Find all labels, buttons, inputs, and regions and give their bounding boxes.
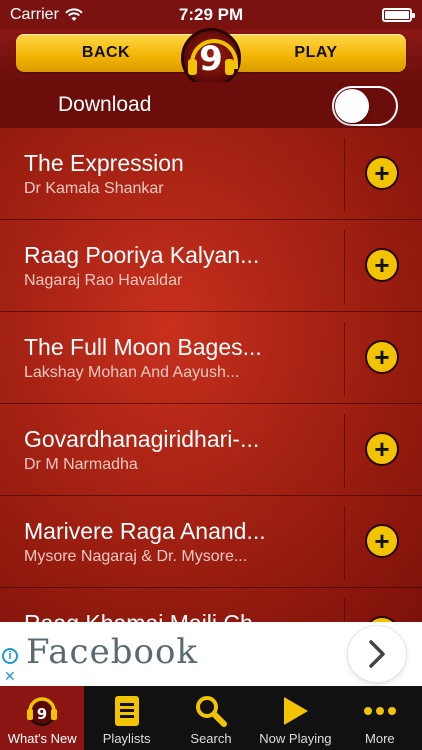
list-icon (113, 691, 141, 731)
add-icon[interactable]: + (365, 340, 399, 374)
tab-label: Search (190, 731, 232, 746)
list-item[interactable]: The Expression Dr Kamala Shankar + (0, 128, 422, 220)
track-title: Marivere Raga Anand... (24, 518, 266, 544)
ad-banner[interactable]: i ✕ Facebook (0, 622, 422, 686)
info-icon[interactable]: i (2, 648, 18, 664)
tab-bar: 9 What's New Playlists Search Now Playin… (0, 686, 422, 750)
chevron-right-icon (369, 640, 385, 668)
clock: 7:29 PM (178, 5, 244, 24)
back-button[interactable]: BACK (16, 34, 196, 72)
ad-open-button[interactable] (348, 626, 406, 682)
tab-search[interactable]: Search (169, 686, 253, 750)
tab-now-playing[interactable]: Now Playing (253, 686, 337, 750)
add-icon[interactable]: + (365, 432, 399, 466)
list-item[interactable]: Govardhanagiridhari-... Dr M Narmadha + (0, 404, 422, 496)
more-dots-icon (363, 691, 397, 731)
add-icon[interactable]: + (365, 156, 399, 190)
divider (344, 322, 345, 396)
tab-label: More (365, 731, 395, 746)
tab-more[interactable]: More (338, 686, 422, 750)
track-artist: Dr M Narmadha (24, 456, 138, 473)
track-title: Raag Pooriya Kalyan... (24, 242, 260, 268)
download-toggle[interactable] (332, 86, 398, 126)
download-row: Download (0, 82, 422, 128)
play-button[interactable]: PLAY (226, 34, 406, 72)
app-logo: 9 (181, 28, 241, 88)
divider (344, 138, 345, 212)
play-icon (280, 691, 310, 731)
divider (344, 598, 345, 622)
download-label: Download (58, 93, 152, 116)
list-item[interactable]: Raag Khamaj Maili Ch... + (0, 588, 422, 622)
track-artist: Lakshay Mohan And Aayush... (24, 364, 240, 381)
track-artist: Nagaraj Rao Havaldar (24, 272, 183, 289)
list-item[interactable]: Marivere Raga Anand... Mysore Nagaraj & … (0, 496, 422, 588)
svg-text:9: 9 (37, 705, 47, 723)
headphones-logo-icon: 9 (24, 691, 60, 731)
track-title: Govardhanagiridhari-... (24, 426, 260, 452)
headphone-cup-left (188, 59, 197, 75)
tab-label: Now Playing (259, 731, 332, 746)
battery-icon (382, 8, 415, 22)
list-item[interactable]: The Full Moon Bages... Lakshay Mohan And… (0, 312, 422, 404)
divider (344, 414, 345, 488)
tab-label: What's New (7, 731, 77, 746)
track-list: The Expression Dr Kamala Shankar + Raag … (0, 128, 422, 622)
toggle-knob (335, 89, 369, 123)
divider (344, 506, 345, 580)
tab-playlists[interactable]: Playlists (84, 686, 168, 750)
status-bar: Carrier 7:29 PM (0, 0, 422, 30)
track-title: The Expression (24, 150, 184, 176)
track-artist: Dr Kamala Shankar (24, 180, 164, 197)
headphone-cup-right (225, 59, 234, 75)
search-icon (194, 691, 228, 731)
track-title: Raag Khamaj Maili Ch... (24, 610, 272, 622)
add-icon[interactable]: + (365, 524, 399, 558)
tab-whats-new[interactable]: 9 What's New (0, 686, 85, 750)
track-artist: Mysore Nagaraj & Dr. Mysore... (24, 548, 248, 565)
list-item[interactable]: Raag Pooriya Kalyan... Nagaraj Rao Haval… (0, 220, 422, 312)
divider (344, 230, 345, 304)
track-title: The Full Moon Bages... (24, 334, 262, 360)
header-bar: BACK PLAY 9 (0, 28, 422, 88)
add-icon[interactable]: + (365, 248, 399, 282)
tab-label: Playlists (102, 731, 151, 746)
close-icon[interactable]: ✕ (4, 668, 16, 685)
ad-brand: Facebook (26, 632, 199, 672)
